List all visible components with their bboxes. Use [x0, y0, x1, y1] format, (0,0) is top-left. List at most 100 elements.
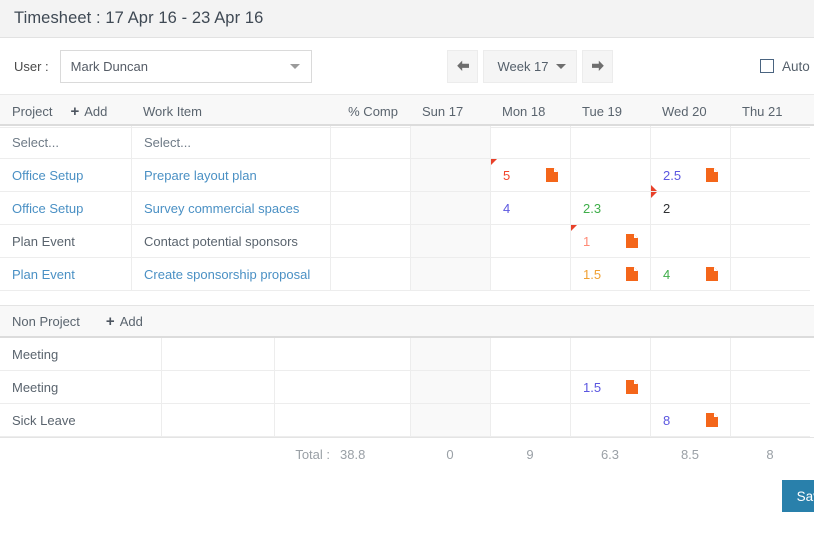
day-cell[interactable]	[410, 225, 490, 258]
row-work-item-label[interactable]: Prepare layout plan	[144, 168, 257, 183]
row-blank-cell[interactable]	[274, 404, 410, 437]
add-non-project-button[interactable]: + Add	[106, 314, 143, 329]
day-cell[interactable]	[570, 338, 650, 371]
table-row[interactable]: Meeting	[0, 338, 814, 371]
day-cell[interactable]	[570, 404, 650, 437]
day-cell[interactable]: 4	[650, 258, 730, 291]
day-cell[interactable]	[410, 192, 490, 225]
day-cell[interactable]	[730, 192, 810, 225]
day-cell[interactable]	[490, 338, 570, 371]
day-cell[interactable]	[730, 126, 810, 159]
day-cell[interactable]: 2.3	[570, 192, 650, 225]
table-row[interactable]: Plan Event Contact potential sponsors 1	[0, 225, 814, 258]
day-cell[interactable]	[410, 159, 490, 192]
next-week-button[interactable]	[582, 49, 613, 83]
auto-checkbox-wrapper[interactable]: Auto	[760, 59, 810, 74]
table-row[interactable]: Sick Leave 8	[0, 404, 814, 437]
row-project-cell[interactable]: Office Setup	[0, 159, 131, 192]
week-select[interactable]: Week 17	[483, 49, 577, 83]
note-icon[interactable]	[706, 267, 718, 281]
note-icon[interactable]	[706, 413, 718, 427]
row-work-item-label[interactable]: Contact potential sponsors	[144, 234, 298, 249]
day-value[interactable]: 4	[503, 201, 510, 216]
work-item-select-placeholder[interactable]: Select...	[131, 126, 330, 159]
row-pct-complete-cell[interactable]	[330, 258, 410, 291]
row-blank-cell[interactable]	[161, 371, 274, 404]
day-cell[interactable]: 4	[490, 192, 570, 225]
row-blank-cell[interactable]	[274, 371, 410, 404]
day-cell[interactable]	[490, 404, 570, 437]
day-cell[interactable]	[410, 338, 490, 371]
day-cell[interactable]	[730, 225, 810, 258]
day-cell[interactable]	[490, 225, 570, 258]
day-value[interactable]: 1.5	[583, 267, 601, 282]
day-cell[interactable]	[570, 159, 650, 192]
day-value[interactable]: 2.5	[663, 168, 681, 183]
row-project-label[interactable]: Plan Event	[12, 267, 75, 282]
row-non-project-label[interactable]: Meeting	[0, 338, 161, 371]
note-icon[interactable]	[626, 380, 638, 394]
table-row[interactable]: Meeting 1.5	[0, 371, 814, 404]
day-value[interactable]: 2.3	[583, 201, 601, 216]
note-icon[interactable]	[706, 168, 718, 182]
day-cell[interactable]	[730, 258, 810, 291]
row-work-item-label[interactable]: Create sponsorship proposal	[144, 267, 310, 282]
row-non-project-label[interactable]: Meeting	[0, 371, 161, 404]
day-value[interactable]: 1.5	[583, 380, 601, 395]
add-project-button[interactable]: + Add	[70, 104, 107, 119]
day-cell[interactable]	[570, 126, 650, 159]
row-work-item-cell[interactable]: Prepare layout plan	[131, 159, 330, 192]
row-work-item-cell[interactable]: Survey commercial spaces	[131, 192, 330, 225]
row-project-label[interactable]: Office Setup	[12, 168, 83, 183]
auto-checkbox[interactable]	[760, 59, 774, 73]
row-project-cell[interactable]: Plan Event	[0, 225, 131, 258]
day-cell[interactable]	[410, 258, 490, 291]
day-value[interactable]: 1	[583, 234, 590, 249]
day-cell[interactable]	[490, 126, 570, 159]
day-cell[interactable]	[730, 338, 810, 371]
day-cell[interactable]: 8	[650, 404, 730, 437]
row-project-label[interactable]: Plan Event	[12, 234, 75, 249]
note-icon[interactable]	[546, 168, 558, 182]
day-cell[interactable]	[730, 404, 810, 437]
day-cell[interactable]: 2	[650, 192, 730, 225]
day-value[interactable]: 2	[663, 201, 670, 216]
row-project-cell[interactable]: Plan Event	[0, 258, 131, 291]
day-cell[interactable]	[410, 126, 490, 159]
day-cell[interactable]: 2.5	[650, 159, 730, 192]
day-value[interactable]: 4	[663, 267, 670, 282]
day-value[interactable]: 8	[663, 413, 670, 428]
day-cell[interactable]	[410, 404, 490, 437]
table-row[interactable]: Office Setup Survey commercial spaces 4 2.3…	[0, 192, 814, 225]
day-cell[interactable]: 5	[490, 159, 570, 192]
note-icon[interactable]	[626, 267, 638, 281]
row-blank-cell[interactable]	[274, 338, 410, 371]
row-work-item-cell[interactable]: Create sponsorship proposal	[131, 258, 330, 291]
day-cell[interactable]	[490, 258, 570, 291]
day-cell[interactable]: 1.5	[570, 258, 650, 291]
day-cell[interactable]	[730, 371, 810, 404]
user-select[interactable]: Mark Duncan	[59, 49, 312, 83]
table-row[interactable]: Office Setup Prepare layout plan 5 2.5	[0, 159, 814, 192]
day-cell[interactable]	[730, 159, 810, 192]
row-blank-cell[interactable]	[161, 338, 274, 371]
project-placeholder-row[interactable]: Select... Select...	[0, 126, 814, 159]
row-project-label[interactable]: Office Setup	[12, 201, 83, 216]
pct-complete-cell[interactable]	[330, 126, 410, 159]
row-non-project-label[interactable]: Sick Leave	[0, 404, 161, 437]
day-cell[interactable]	[650, 225, 730, 258]
row-pct-complete-cell[interactable]	[330, 192, 410, 225]
row-pct-complete-cell[interactable]	[330, 225, 410, 258]
day-cell[interactable]	[410, 371, 490, 404]
day-cell[interactable]: 1	[570, 225, 650, 258]
row-project-cell[interactable]: Office Setup	[0, 192, 131, 225]
table-row[interactable]: Plan Event Create sponsorship proposal 1.5…	[0, 258, 814, 291]
project-select-placeholder[interactable]: Select...	[0, 126, 131, 159]
prev-week-button[interactable]	[447, 49, 478, 83]
day-cell[interactable]	[650, 338, 730, 371]
day-cell[interactable]	[650, 126, 730, 159]
row-work-item-cell[interactable]: Contact potential sponsors	[131, 225, 330, 258]
day-value[interactable]: 5	[503, 168, 510, 183]
day-cell[interactable]	[650, 371, 730, 404]
row-pct-complete-cell[interactable]	[330, 159, 410, 192]
